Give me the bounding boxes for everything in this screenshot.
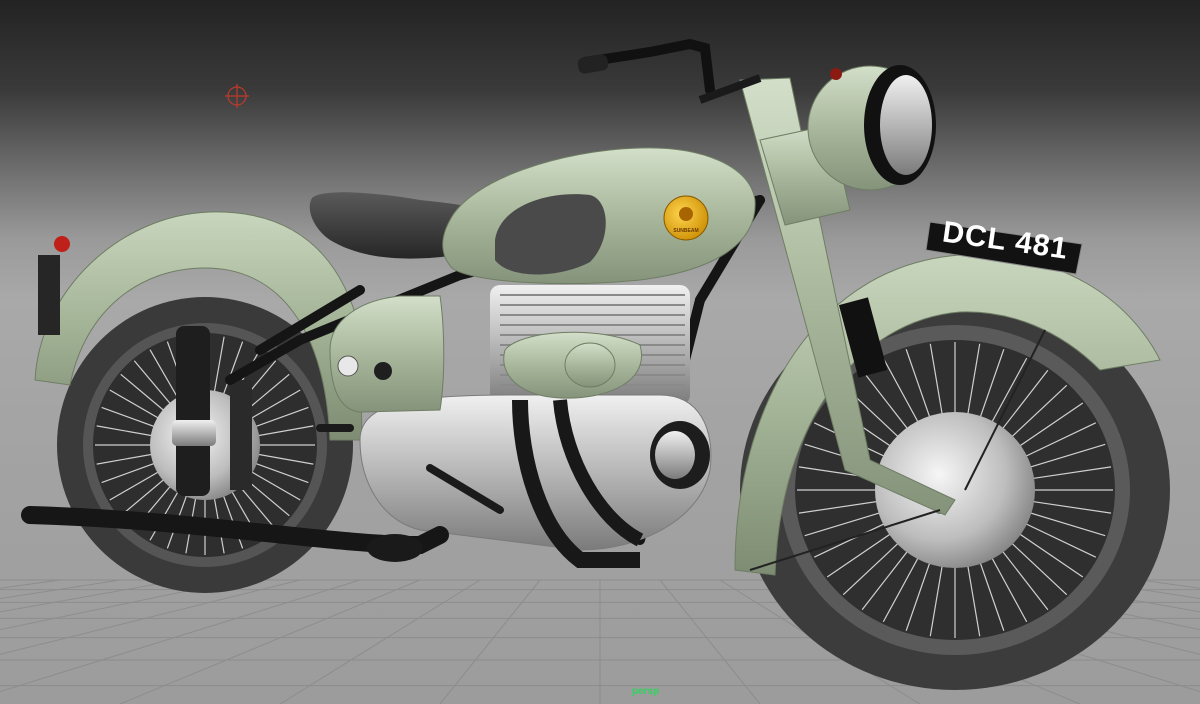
3d-viewport[interactable]: SUNBEAM DCL 481 persp — [0, 0, 1200, 704]
handlebar[interactable] — [577, 38, 762, 104]
tail-light — [54, 236, 70, 252]
headlamp[interactable] — [807, 65, 936, 191]
svg-text:SUNBEAM: SUNBEAM — [673, 228, 698, 234]
viewport-scene[interactable]: SUNBEAM DCL 481 — [0, 0, 1200, 704]
crosshair-icon[interactable] — [225, 84, 249, 108]
rear-plate — [38, 255, 60, 335]
tank-badge-icon: SUNBEAM — [663, 195, 709, 241]
camera-label: persp — [632, 686, 660, 697]
